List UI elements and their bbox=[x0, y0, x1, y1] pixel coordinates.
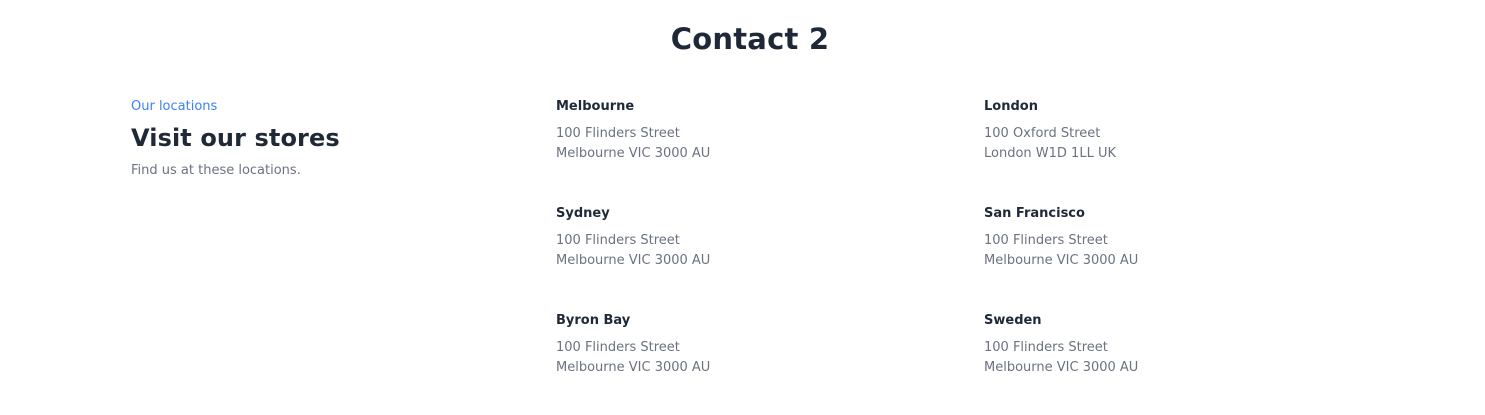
section-heading: Visit our stores bbox=[131, 124, 340, 152]
location-street: 100 Flinders Street bbox=[556, 340, 680, 355]
location-name: Sydney bbox=[556, 206, 610, 221]
section-description: Find us at these locations. bbox=[131, 163, 301, 178]
location-city: Melbourne VIC 3000 AU bbox=[556, 253, 711, 268]
locations-intro: Our locations Visit our stores Find us a… bbox=[131, 98, 511, 180]
location-city: Melbourne VIC 3000 AU bbox=[984, 360, 1139, 375]
location-city: Melbourne VIC 3000 AU bbox=[556, 146, 711, 161]
contact-page: Contact 2 Our locations Visit our stores… bbox=[0, 0, 1485, 415]
location-name: Byron Bay bbox=[556, 313, 631, 328]
location-street: 100 Flinders Street bbox=[984, 340, 1108, 355]
location-street: 100 Oxford Street bbox=[984, 126, 1101, 141]
location-sweden: Sweden 100 Flinders Street Melbourne VIC… bbox=[984, 312, 1376, 415]
locations-grid: Melbourne 100 Flinders Street Melbourne … bbox=[556, 98, 1376, 415]
location-melbourne: Melbourne 100 Flinders Street Melbourne … bbox=[556, 98, 984, 205]
location-street: 100 Flinders Street bbox=[984, 233, 1108, 248]
location-san-francisco: San Francisco 100 Flinders Street Melbou… bbox=[984, 205, 1376, 312]
location-byron-bay: Byron Bay 100 Flinders Street Melbourne … bbox=[556, 312, 984, 415]
location-sydney: Sydney 100 Flinders Street Melbourne VIC… bbox=[556, 205, 984, 312]
location-name: San Francisco bbox=[984, 206, 1085, 221]
location-name: Sweden bbox=[984, 313, 1042, 328]
location-name: Melbourne bbox=[556, 99, 635, 114]
location-street: 100 Flinders Street bbox=[556, 126, 680, 141]
location-london: London 100 Oxford Street London W1D 1LL … bbox=[984, 98, 1376, 205]
location-street: 100 Flinders Street bbox=[556, 233, 680, 248]
section-eyebrow: Our locations bbox=[131, 99, 218, 114]
location-name: London bbox=[984, 99, 1038, 114]
location-city: Melbourne VIC 3000 AU bbox=[556, 360, 711, 375]
location-city: London W1D 1LL UK bbox=[984, 146, 1116, 161]
location-city: Melbourne VIC 3000 AU bbox=[984, 253, 1139, 268]
page-title: Contact 2 bbox=[670, 22, 830, 56]
